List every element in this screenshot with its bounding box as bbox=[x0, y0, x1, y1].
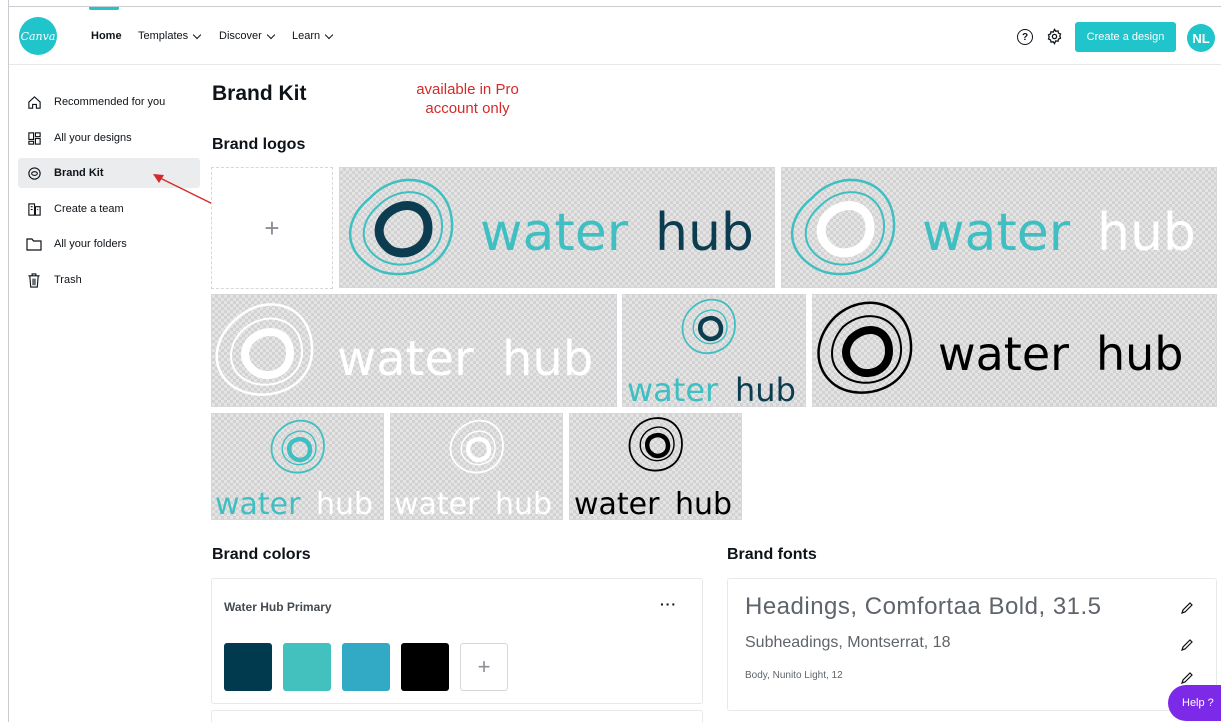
logo-word-water: water bbox=[574, 487, 660, 520]
logo-word-hub: hub bbox=[502, 331, 593, 387]
annotation-line-2: account only bbox=[425, 100, 510, 117]
color-swatch[interactable] bbox=[401, 643, 449, 691]
logo-word-water: water bbox=[627, 371, 719, 407]
pencil-icon[interactable] bbox=[1180, 671, 1194, 685]
color-swatch[interactable] bbox=[342, 643, 390, 691]
waterhub-logo-graphic: water hub bbox=[627, 298, 796, 407]
pencil-icon[interactable] bbox=[1180, 638, 1194, 652]
logo-word-hub: hub bbox=[675, 487, 732, 520]
sidebar-item-folders[interactable]: All your folders bbox=[18, 229, 200, 259]
color-palette-card-next bbox=[211, 710, 703, 722]
logo-tile[interactable]: water hub bbox=[390, 413, 563, 520]
logo-word-hub: hub bbox=[735, 371, 796, 407]
sidebar-item-label: All your designs bbox=[54, 132, 132, 144]
home-active-indicator bbox=[89, 7, 119, 10]
logo-word-water: water bbox=[480, 203, 629, 263]
sidebar-item-label: Trash bbox=[54, 274, 82, 286]
brand-logos-title: Brand logos bbox=[212, 136, 306, 153]
logo-tile[interactable]: water hub bbox=[781, 167, 1217, 288]
waterhub-logo-graphic: water hub bbox=[790, 178, 1196, 276]
logo-word-water: water bbox=[922, 203, 1071, 263]
logo-tile[interactable]: water hub bbox=[211, 294, 617, 407]
nav-discover[interactable]: Discover bbox=[219, 30, 276, 42]
logo-word-hub: hub bbox=[495, 487, 552, 520]
waterhub-logo-graphic: water hub bbox=[817, 301, 1184, 394]
sidebar-item-recommended[interactable]: Recommended for you bbox=[18, 87, 200, 117]
home-icon bbox=[26, 94, 42, 110]
trash-icon bbox=[26, 272, 42, 288]
pencil-icon[interactable] bbox=[1180, 601, 1194, 615]
help-icon[interactable]: ? bbox=[1017, 29, 1033, 45]
logo-tile[interactable]: water hub bbox=[812, 294, 1217, 407]
waterhub-logo-graphic: water hub bbox=[394, 419, 552, 520]
logo-word-hub: hub bbox=[1097, 203, 1196, 263]
logo-word-hub: hub bbox=[1096, 327, 1184, 381]
chevron-down-icon bbox=[266, 30, 276, 39]
logo-tile[interactable]: water hub bbox=[339, 167, 775, 288]
waterhub-logo-graphic: water hub bbox=[215, 303, 593, 396]
nav-learn[interactable]: Learn bbox=[292, 30, 334, 42]
page-title: Brand Kit bbox=[212, 82, 307, 105]
chevron-down-icon bbox=[192, 30, 202, 39]
team-icon bbox=[26, 201, 42, 217]
logo-tile[interactable]: water hub bbox=[211, 413, 384, 520]
color-swatch[interactable] bbox=[224, 643, 272, 691]
waterhub-logo-graphic: water hub bbox=[215, 419, 373, 520]
avatar[interactable]: NL bbox=[1187, 24, 1215, 52]
help-button[interactable]: Help ? bbox=[1168, 685, 1221, 721]
nav-templates[interactable]: Templates bbox=[138, 30, 202, 42]
subheading-font-label[interactable]: Subheadings, Montserrat, 18 bbox=[745, 634, 950, 652]
add-logo-button[interactable]: + bbox=[211, 167, 333, 289]
canva-logo[interactable]: Canva bbox=[19, 17, 57, 55]
add-color-button[interactable]: + bbox=[460, 643, 508, 691]
gear-icon[interactable] bbox=[1045, 27, 1063, 45]
color-swatch[interactable] bbox=[283, 643, 331, 691]
annotation-line-1: available in Pro bbox=[416, 81, 519, 98]
brand-colors-title: Brand colors bbox=[212, 546, 311, 563]
waterhub-logo-graphic: water hub bbox=[574, 417, 732, 520]
sidebar-item-all-designs[interactable]: All your designs bbox=[18, 123, 200, 153]
nav-home-label: Home bbox=[91, 30, 122, 42]
nav-learn-label: Learn bbox=[292, 30, 321, 42]
brand-fonts-title: Brand fonts bbox=[727, 546, 817, 563]
logo-word-water: water bbox=[938, 327, 1069, 381]
logo-word-hub: hub bbox=[316, 487, 373, 520]
brand-kit-icon bbox=[26, 165, 42, 181]
nav-home[interactable]: Home bbox=[91, 30, 122, 42]
chevron-down-icon bbox=[324, 30, 334, 39]
more-options-button[interactable]: ··· bbox=[660, 596, 677, 612]
logo-word-water: water bbox=[337, 331, 474, 387]
sidebar-item-label: Brand Kit bbox=[54, 167, 104, 179]
top-header: Canva Home Templates Discover Learn ? Cr… bbox=[9, 7, 1221, 65]
logo-tile[interactable]: water hub bbox=[569, 413, 742, 520]
sidebar-item-label: Create a team bbox=[54, 203, 124, 215]
grid-icon bbox=[26, 130, 42, 146]
logo-word-hub: hub bbox=[655, 203, 754, 263]
nav-discover-label: Discover bbox=[219, 30, 262, 42]
sidebar-item-label: Recommended for you bbox=[54, 96, 166, 108]
nav-templates-label: Templates bbox=[138, 30, 189, 42]
body-font-label[interactable]: Body, Nunito Light, 12 bbox=[745, 670, 843, 681]
logo-word-water: water bbox=[394, 487, 480, 520]
waterhub-logo-graphic: water hub bbox=[348, 178, 754, 276]
heading-font-label[interactable]: Headings, Comfortaa Bold, 31.5 bbox=[745, 593, 1102, 621]
logo-word-water: water bbox=[215, 487, 301, 520]
sidebar-item-label: All your folders bbox=[54, 238, 127, 250]
logo-tile[interactable]: water hub bbox=[622, 294, 806, 407]
create-design-button[interactable]: Create a design bbox=[1075, 22, 1176, 52]
folder-icon bbox=[26, 236, 42, 252]
sidebar-item-trash[interactable]: Trash bbox=[18, 265, 200, 295]
frame-left-border bbox=[8, 0, 9, 722]
palette-name: Water Hub Primary bbox=[224, 600, 332, 614]
pro-annotation: available in Pro account only bbox=[395, 80, 540, 118]
